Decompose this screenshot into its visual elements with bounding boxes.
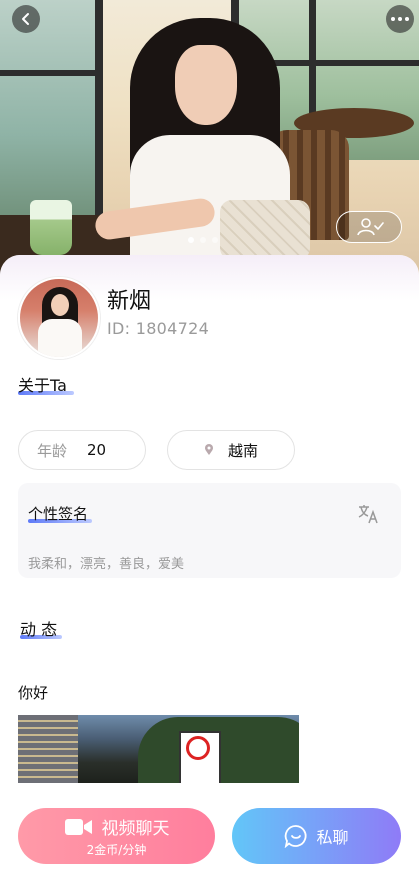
verify-person-icon [357,218,384,236]
signature-text: 我柔和，漂亮，善良，爱美 [28,557,185,572]
profile-sheet: 新烟 ID: 1804724 关于Ta 年龄 20 越南 个性签名 我柔和，漂亮… [0,255,419,884]
age-pill: 年龄 20 [18,430,146,470]
photo-handbag [220,200,310,260]
age-value: 20 [87,441,107,459]
photo-window-left [0,0,103,225]
back-button[interactable] [12,5,40,33]
avatar[interactable] [18,277,100,359]
photo-drink-cup [30,200,72,255]
user-name: 新烟 [107,289,152,314]
location-value: 越南 [227,441,258,460]
translate-button[interactable] [357,503,381,529]
age-label: 年龄 [37,441,68,460]
photo-person-face [175,45,237,125]
location-pill: 越南 [167,430,295,470]
no-turn-sign [179,731,221,783]
about-title: 关于Ta [18,372,74,396]
moments-title: 动 态 [20,616,62,640]
signature-card: 个性签名 我柔和，漂亮，善良，爱美 [18,483,401,578]
video-chat-label: 视频聊天 [101,819,170,839]
post-image[interactable] [18,715,299,783]
signature-title: 个性签名 [28,503,92,524]
carousel-dot [188,237,194,243]
verify-button[interactable] [336,211,402,243]
post-text: 你好 [18,684,49,702]
more-icon [390,17,411,21]
back-icon [22,13,29,25]
location-pin-icon [204,444,213,455]
private-chat-button[interactable]: 私聊 [232,808,401,864]
video-chat-button[interactable]: 视频聊天 2金币/分钟 [18,808,215,864]
video-chat-price: 2金币/分钟 [86,843,147,857]
carousel-dot [212,237,218,243]
chat-bubble-icon [285,825,307,848]
video-camera-icon [64,818,92,835]
carousel-indicator [188,237,218,243]
private-chat-label: 私聊 [316,828,349,847]
translate-icon [358,505,378,524]
more-button[interactable] [386,5,414,33]
carousel-dot [200,237,206,243]
user-id: ID: 1804724 [107,319,210,338]
